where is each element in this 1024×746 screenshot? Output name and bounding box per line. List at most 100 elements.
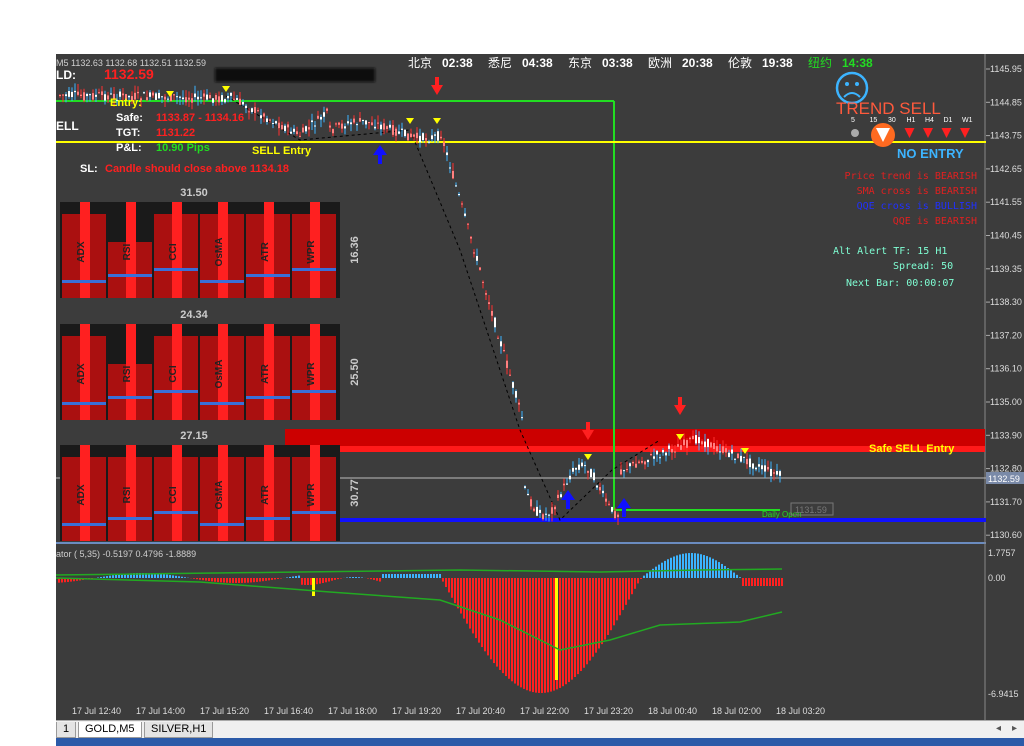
candle-body <box>779 471 781 476</box>
candle-body <box>479 267 481 270</box>
candle-body <box>389 124 391 128</box>
osc-bar <box>292 576 294 578</box>
time-tick-label: 17 Jul 19:20 <box>392 706 441 716</box>
candle-body <box>635 463 637 468</box>
time-tick-label: 17 Jul 16:40 <box>264 706 313 716</box>
tab-gold-m5[interactable]: GOLD,M5 <box>78 722 142 738</box>
block-side-value: 25.50 <box>349 358 361 386</box>
price-tick-label: 1133.90 <box>990 430 1022 440</box>
block-value: 31.50 <box>180 187 208 199</box>
candle-body <box>740 455 742 462</box>
osc-bar <box>169 574 171 578</box>
osc-bar <box>589 578 591 661</box>
sad-face-eye-icon <box>845 82 849 86</box>
time-tick-label: 17 Jul 14:00 <box>136 706 185 716</box>
osc-bar <box>502 578 504 674</box>
osc-bar <box>634 578 636 589</box>
session-name: 北京 <box>408 56 432 70</box>
osc-bar <box>298 575 300 578</box>
osc-bar <box>724 565 726 578</box>
candle-body <box>203 93 205 97</box>
candle-body <box>209 95 211 99</box>
candle-body <box>617 514 619 518</box>
osc-bar <box>490 578 492 660</box>
candle-body <box>737 453 739 459</box>
osc-bar <box>595 578 597 653</box>
osc-bar <box>388 574 390 578</box>
osc-bar <box>664 560 666 578</box>
candle-body <box>662 450 664 453</box>
tab-silver-h1[interactable]: SILVER,H1 <box>144 722 214 738</box>
candle-body <box>584 465 586 467</box>
price-axis-ticks: 1145.95 1144.85 1143.75 1142.65 1141.55 1140.… <box>986 64 1022 540</box>
price-axis[interactable] <box>986 54 1024 720</box>
candle-body <box>698 437 700 444</box>
osc-bar <box>295 576 297 578</box>
price-chart[interactable]: 1145.95 1144.85 1143.75 1142.65 1141.55 1140.… <box>0 0 1024 746</box>
osc-bar <box>214 578 216 582</box>
candle-body <box>104 94 106 101</box>
indicator-label: CCI <box>168 365 179 382</box>
candle-body <box>71 91 73 98</box>
indicator-level <box>200 402 244 405</box>
osc-bar <box>781 578 783 586</box>
candle-body <box>344 126 346 129</box>
candle-body <box>407 133 409 141</box>
candle-body <box>545 513 547 515</box>
candle-body <box>278 122 280 129</box>
osc-bar <box>640 578 642 579</box>
candle-body <box>695 435 697 444</box>
candle-body <box>284 125 286 132</box>
symbol-label: LD: <box>56 68 76 82</box>
candle-body <box>767 466 769 470</box>
session-time: 02:38 <box>442 56 473 70</box>
osc-bar <box>745 578 747 586</box>
candle-body <box>380 124 382 130</box>
candle-body <box>500 341 502 347</box>
osc-bar <box>310 578 312 585</box>
scroll-right-icon[interactable]: ▸ <box>1012 723 1017 734</box>
indicator-level <box>108 517 152 520</box>
safe-value: 1133.87 - 1134.16 <box>156 112 244 124</box>
candle-body <box>263 113 265 117</box>
candle-body <box>464 213 466 216</box>
scroll-left-icon[interactable]: ◂ <box>996 723 1001 734</box>
osc-bar <box>562 578 564 687</box>
candle-body <box>539 509 541 513</box>
osc-bar <box>337 578 339 580</box>
candle-body <box>335 123 337 125</box>
osc-bar <box>700 554 702 578</box>
osc-bar <box>541 578 543 693</box>
session-name: 伦敦 <box>728 55 752 70</box>
candle-body <box>287 124 289 128</box>
candle-body <box>197 96 199 100</box>
candle-body <box>221 95 223 102</box>
indicator-label: RSI <box>122 486 133 503</box>
candle-body <box>353 118 355 123</box>
candle-body <box>98 92 100 94</box>
price-tick-label: 1144.85 <box>990 97 1022 107</box>
candle-body <box>146 97 148 101</box>
tab-1[interactable]: 1 <box>56 722 77 738</box>
candle-body <box>356 124 358 126</box>
candle-body <box>683 439 685 446</box>
osc-bar <box>772 578 774 586</box>
candle-body <box>314 125 316 127</box>
osc-bar <box>733 572 735 578</box>
candle-body <box>365 120 367 125</box>
price-tick-label: 1140.45 <box>990 231 1022 241</box>
osc-bar <box>694 553 696 578</box>
candle-body <box>422 133 424 141</box>
candle-body <box>512 382 514 388</box>
price-tick-label: 1137.20 <box>990 330 1022 340</box>
osc-bar <box>610 578 612 631</box>
candle-body <box>743 456 745 458</box>
price-tick-label: 1135.00 <box>990 397 1022 407</box>
indicator-level <box>62 523 106 526</box>
candle-body <box>257 110 259 112</box>
candle-body <box>320 116 322 120</box>
osc-bar <box>205 578 207 581</box>
candle-body <box>587 470 589 473</box>
indicator-label: RSI <box>122 365 133 382</box>
candle-body <box>482 281 484 283</box>
